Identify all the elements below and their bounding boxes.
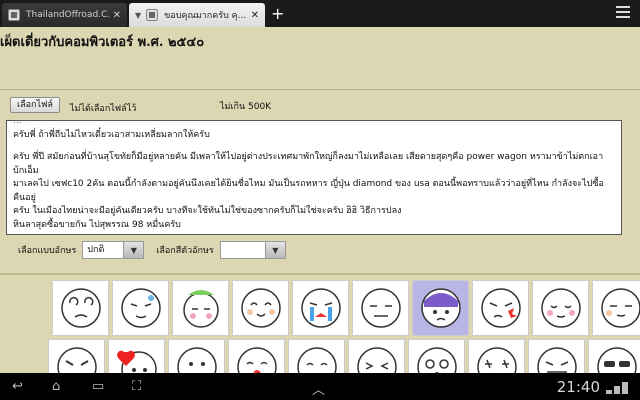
- close-tab-icon[interactable]: ✕: [251, 10, 259, 21]
- editor-line: หินลาสุดซื้อขายกัน ไปสุพรรณ 98 หมื่นครับ: [13, 219, 181, 230]
- singing-face-icon: [236, 347, 277, 373]
- emoticon-dizzy[interactable]: [52, 280, 109, 336]
- screenshot-icon[interactable]: ⛶: [132, 379, 141, 394]
- emoticon-angry-red[interactable]: [472, 280, 529, 336]
- font-style-label: เลือกแบบอักษร: [18, 246, 77, 256]
- emoticon-mad[interactable]: [48, 339, 105, 373]
- size-limit-label: ไม่เกิน 500K: [220, 102, 272, 112]
- crying-tears-icon: [300, 288, 341, 328]
- chevron-down-icon[interactable]: ▼: [123, 242, 144, 258]
- crying-face-icon: [182, 290, 219, 328]
- emoticon-smirk[interactable]: [352, 280, 409, 336]
- web-page: เผ็ดเดี่ยวกับคอมพิวเตอร์ พ.ศ. ๒๕๔๐ เลือก…: [0, 27, 640, 373]
- smirk-face-icon: [360, 288, 401, 328]
- drool-face-icon: [176, 347, 217, 373]
- chevron-down-icon[interactable]: ▼: [135, 11, 141, 20]
- font-style-select[interactable]: ปกติ ▼: [82, 241, 145, 259]
- tab-active[interactable]: ▼ ขอบคุณมากครับ คุ... ✕: [129, 3, 265, 27]
- laugh-face-icon: [356, 347, 397, 373]
- signal-icon[interactable]: [606, 380, 634, 394]
- star-eyes-face-icon: [476, 347, 517, 373]
- tab-thailandoffroad[interactable]: ThailandOffroad.C... ✕: [2, 3, 127, 27]
- home-icon[interactable]: ⌂: [52, 379, 60, 394]
- emoticon-cool[interactable]: [588, 339, 640, 373]
- tab-title: ขอบคุณมากครับ คุ...: [164, 11, 247, 21]
- editor-cut-line: ...: [13, 120, 22, 126]
- browser-tab-bar: ThailandOffroad.C... ✕ ▼ ขอบคุณมากครับ ค…: [0, 0, 640, 27]
- emoticon-singing[interactable]: [228, 339, 285, 373]
- emoticon-surprised[interactable]: [408, 339, 465, 373]
- chevron-up-icon[interactable]: ︿: [312, 379, 325, 398]
- shy-face-icon: [540, 288, 581, 328]
- cool-face-icon: [596, 347, 637, 373]
- emoticon-row: [48, 339, 640, 373]
- chevron-down-icon[interactable]: ▼: [264, 242, 285, 258]
- font-color-select[interactable]: ▼: [219, 241, 286, 259]
- emoticon-laugh[interactable]: [348, 339, 405, 373]
- editor-line: มาเลคไป เซฟc10 2คัน ตอนนี้กำลังตามอยู่คั…: [13, 179, 604, 203]
- evil-grin-face-icon: [536, 347, 577, 373]
- font-color-value: [221, 242, 265, 258]
- wink-face-icon: [120, 288, 161, 328]
- emoticon-evil-grin[interactable]: [528, 339, 585, 373]
- emoticon-purple-shock[interactable]: [412, 280, 469, 336]
- emoticon-wink[interactable]: [112, 280, 169, 336]
- recent-apps-icon[interactable]: ▭: [92, 379, 104, 394]
- dizzy-face-icon: [60, 288, 101, 328]
- happy-face-icon: [240, 288, 281, 328]
- system-bar: ↩ ⌂ ▭ ⛶ ︿ 21:40: [0, 373, 640, 400]
- message-editor[interactable]: ... ครับพี่ ถ้าพี่ถีบไม่ไหวเดี๋ยวเอาสามเ…: [6, 120, 622, 235]
- editor-paragraph: ครับพี่ ถ้าพี่ถีบไม่ไหวเดี๋ยวเอาสามเหลี่…: [13, 129, 210, 140]
- favicon-icon: [8, 9, 20, 21]
- favicon-icon: [146, 9, 159, 21]
- calm-face-icon: [600, 288, 640, 328]
- emoticon-crying-green[interactable]: [172, 280, 229, 336]
- back-icon[interactable]: ↩: [12, 379, 23, 394]
- kiss-face-icon: [296, 347, 337, 373]
- emoticon-crying-tears[interactable]: [292, 280, 349, 336]
- angry-face-icon: [480, 288, 521, 328]
- clock: 21:40: [556, 378, 600, 396]
- emoticon-heart[interactable]: [108, 339, 165, 373]
- divider: [0, 89, 640, 90]
- emoticon-drool[interactable]: [168, 339, 225, 373]
- no-file-label: ไม่ได้เลือกไฟล์ไว้: [70, 104, 137, 114]
- emoticon-calm[interactable]: [592, 280, 640, 336]
- surprised-face-icon: [416, 347, 457, 373]
- page-heading: เผ็ดเดี่ยวกับคอมพิวเตอร์ พ.ศ. ๒๕๔๐: [0, 35, 205, 50]
- emoticon-kiss[interactable]: [288, 339, 345, 373]
- font-style-value: ปกติ: [87, 245, 105, 255]
- tab-title: ThailandOffroad.C...: [26, 10, 109, 20]
- emoticon-row: [52, 280, 640, 336]
- mad-face-icon: [56, 347, 97, 373]
- heart-face-icon: [116, 350, 157, 373]
- divider: [0, 273, 640, 275]
- menu-icon[interactable]: [616, 6, 630, 18]
- font-color-label: เลือกสีตัวอักษร: [156, 246, 214, 256]
- shocked-face-icon: [420, 288, 461, 328]
- emoticon-shy[interactable]: [532, 280, 589, 336]
- editor-line: ครับ ในเมืองไทยน่าจะมีอยู่คันเดียวครับ บ…: [13, 206, 402, 216]
- choose-file-button[interactable]: เลือกไฟล์: [10, 97, 60, 113]
- emoticon-star-eyes[interactable]: [468, 339, 525, 373]
- editor-line: ครับ พี่ปี สมัยก่อนที่บ้านสุโขทัยก็มีอยู…: [13, 152, 604, 176]
- close-tab-icon[interactable]: ✕: [113, 10, 121, 21]
- emoticon-happy[interactable]: [232, 280, 289, 336]
- format-options: เลือกแบบอักษร ปกติ ▼ เลือกสีตัวอักษร ▼: [18, 241, 298, 259]
- new-tab-icon[interactable]: +: [271, 3, 284, 27]
